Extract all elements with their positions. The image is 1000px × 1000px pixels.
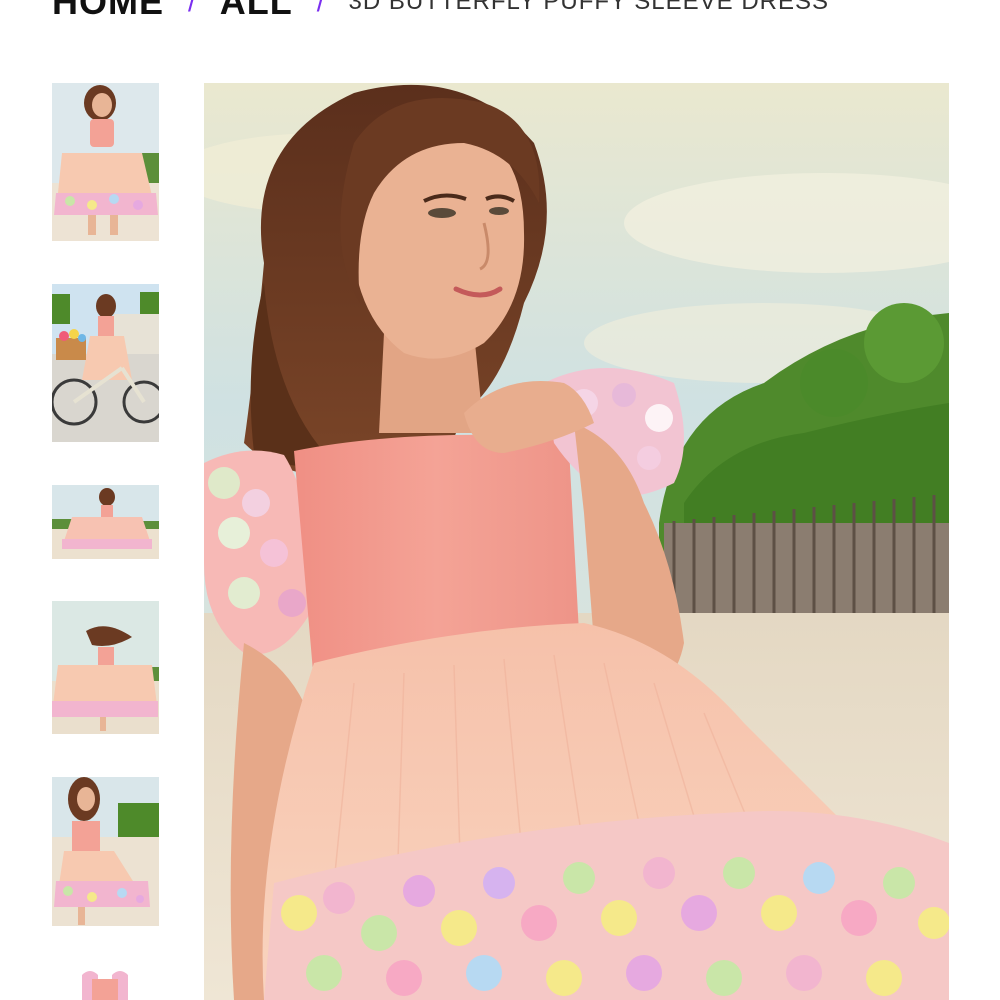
thumbnail-spin-wide[interactable] [52, 485, 159, 559]
thumbnail-image [52, 777, 159, 926]
thumbnail-image [52, 967, 159, 1000]
breadcrumb-separator: / [188, 0, 196, 17]
breadcrumb-separator: / [316, 0, 325, 17]
thumbnail-image [52, 284, 159, 442]
thumbnail-spin-hair[interactable] [52, 601, 159, 734]
thumbnail-standing-front[interactable] [52, 83, 159, 241]
breadcrumb-home-link[interactable]: HOME [52, 0, 164, 23]
breadcrumb-all-link[interactable]: ALL [220, 0, 293, 23]
main-product-image[interactable] [204, 83, 949, 1000]
breadcrumb: HOME / ALL / 3D BUTTERFLY PUFFY SLEEVE D… [52, 0, 829, 22]
product-page: HOME / ALL / 3D BUTTERFLY PUFFY SLEEVE D… [0, 0, 1000, 1000]
product-photo [204, 83, 949, 1000]
thumbnail-bicycle[interactable] [52, 284, 159, 442]
thumbnail-image [52, 83, 159, 241]
thumbnail-side-pose[interactable] [52, 777, 159, 926]
thumbnail-image [52, 601, 159, 734]
fence [664, 523, 949, 613]
thumbnail-flat-lay[interactable] [52, 967, 159, 1000]
thumbnail-image [52, 485, 159, 559]
breadcrumb-current-product: 3D BUTTERFLY PUFFY SLEEVE DRESS [348, 0, 830, 15]
